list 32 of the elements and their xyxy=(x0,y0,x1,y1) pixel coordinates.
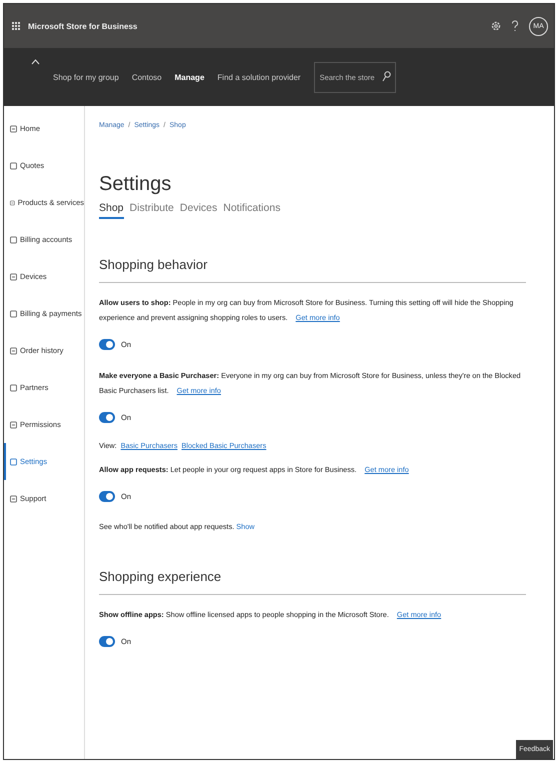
section-heading: Shopping behavior xyxy=(99,257,208,272)
sidebar-item-icon xyxy=(10,272,17,280)
tab[interactable]: Notifications xyxy=(223,202,280,219)
collapse-icon[interactable] xyxy=(31,59,40,65)
sidebar-item-icon xyxy=(10,420,17,428)
toggle-switch[interactable] xyxy=(99,412,115,423)
toggle-switch[interactable] xyxy=(99,636,115,647)
sidebar-item-icon xyxy=(10,346,17,354)
tab[interactable]: Shop xyxy=(99,202,124,219)
sidebar-item-icon xyxy=(10,162,17,170)
nav-link[interactable]: Manage xyxy=(174,73,204,82)
help-icon[interactable] xyxy=(511,20,519,32)
app-title: Microsoft Store for Business xyxy=(28,22,138,30)
search-icon[interactable] xyxy=(382,71,391,82)
sidebar-item-icon xyxy=(10,310,17,318)
page-title: Settings xyxy=(99,173,172,196)
sidebar-item-icon xyxy=(10,124,17,132)
section-heading: Shopping experience xyxy=(99,569,222,584)
nav-link[interactable]: Find a solution provider xyxy=(217,73,301,82)
sidebar-item-icon xyxy=(10,236,17,244)
nav-link[interactable]: Shop for my group xyxy=(53,73,119,82)
nav-link[interactable]: Contoso xyxy=(132,73,162,82)
tab[interactable]: Devices xyxy=(180,202,218,219)
sidebar-item-icon xyxy=(10,494,17,502)
sidebar-item-icon xyxy=(10,384,17,392)
app-launcher-icon[interactable] xyxy=(12,22,20,30)
settings-icon[interactable] xyxy=(491,21,501,31)
tab[interactable]: Distribute xyxy=(130,202,174,219)
toggle-switch[interactable] xyxy=(99,339,115,350)
sidebar-item-icon xyxy=(10,198,15,206)
sidebar-item-icon xyxy=(10,458,17,466)
toggle-switch[interactable] xyxy=(99,491,115,502)
